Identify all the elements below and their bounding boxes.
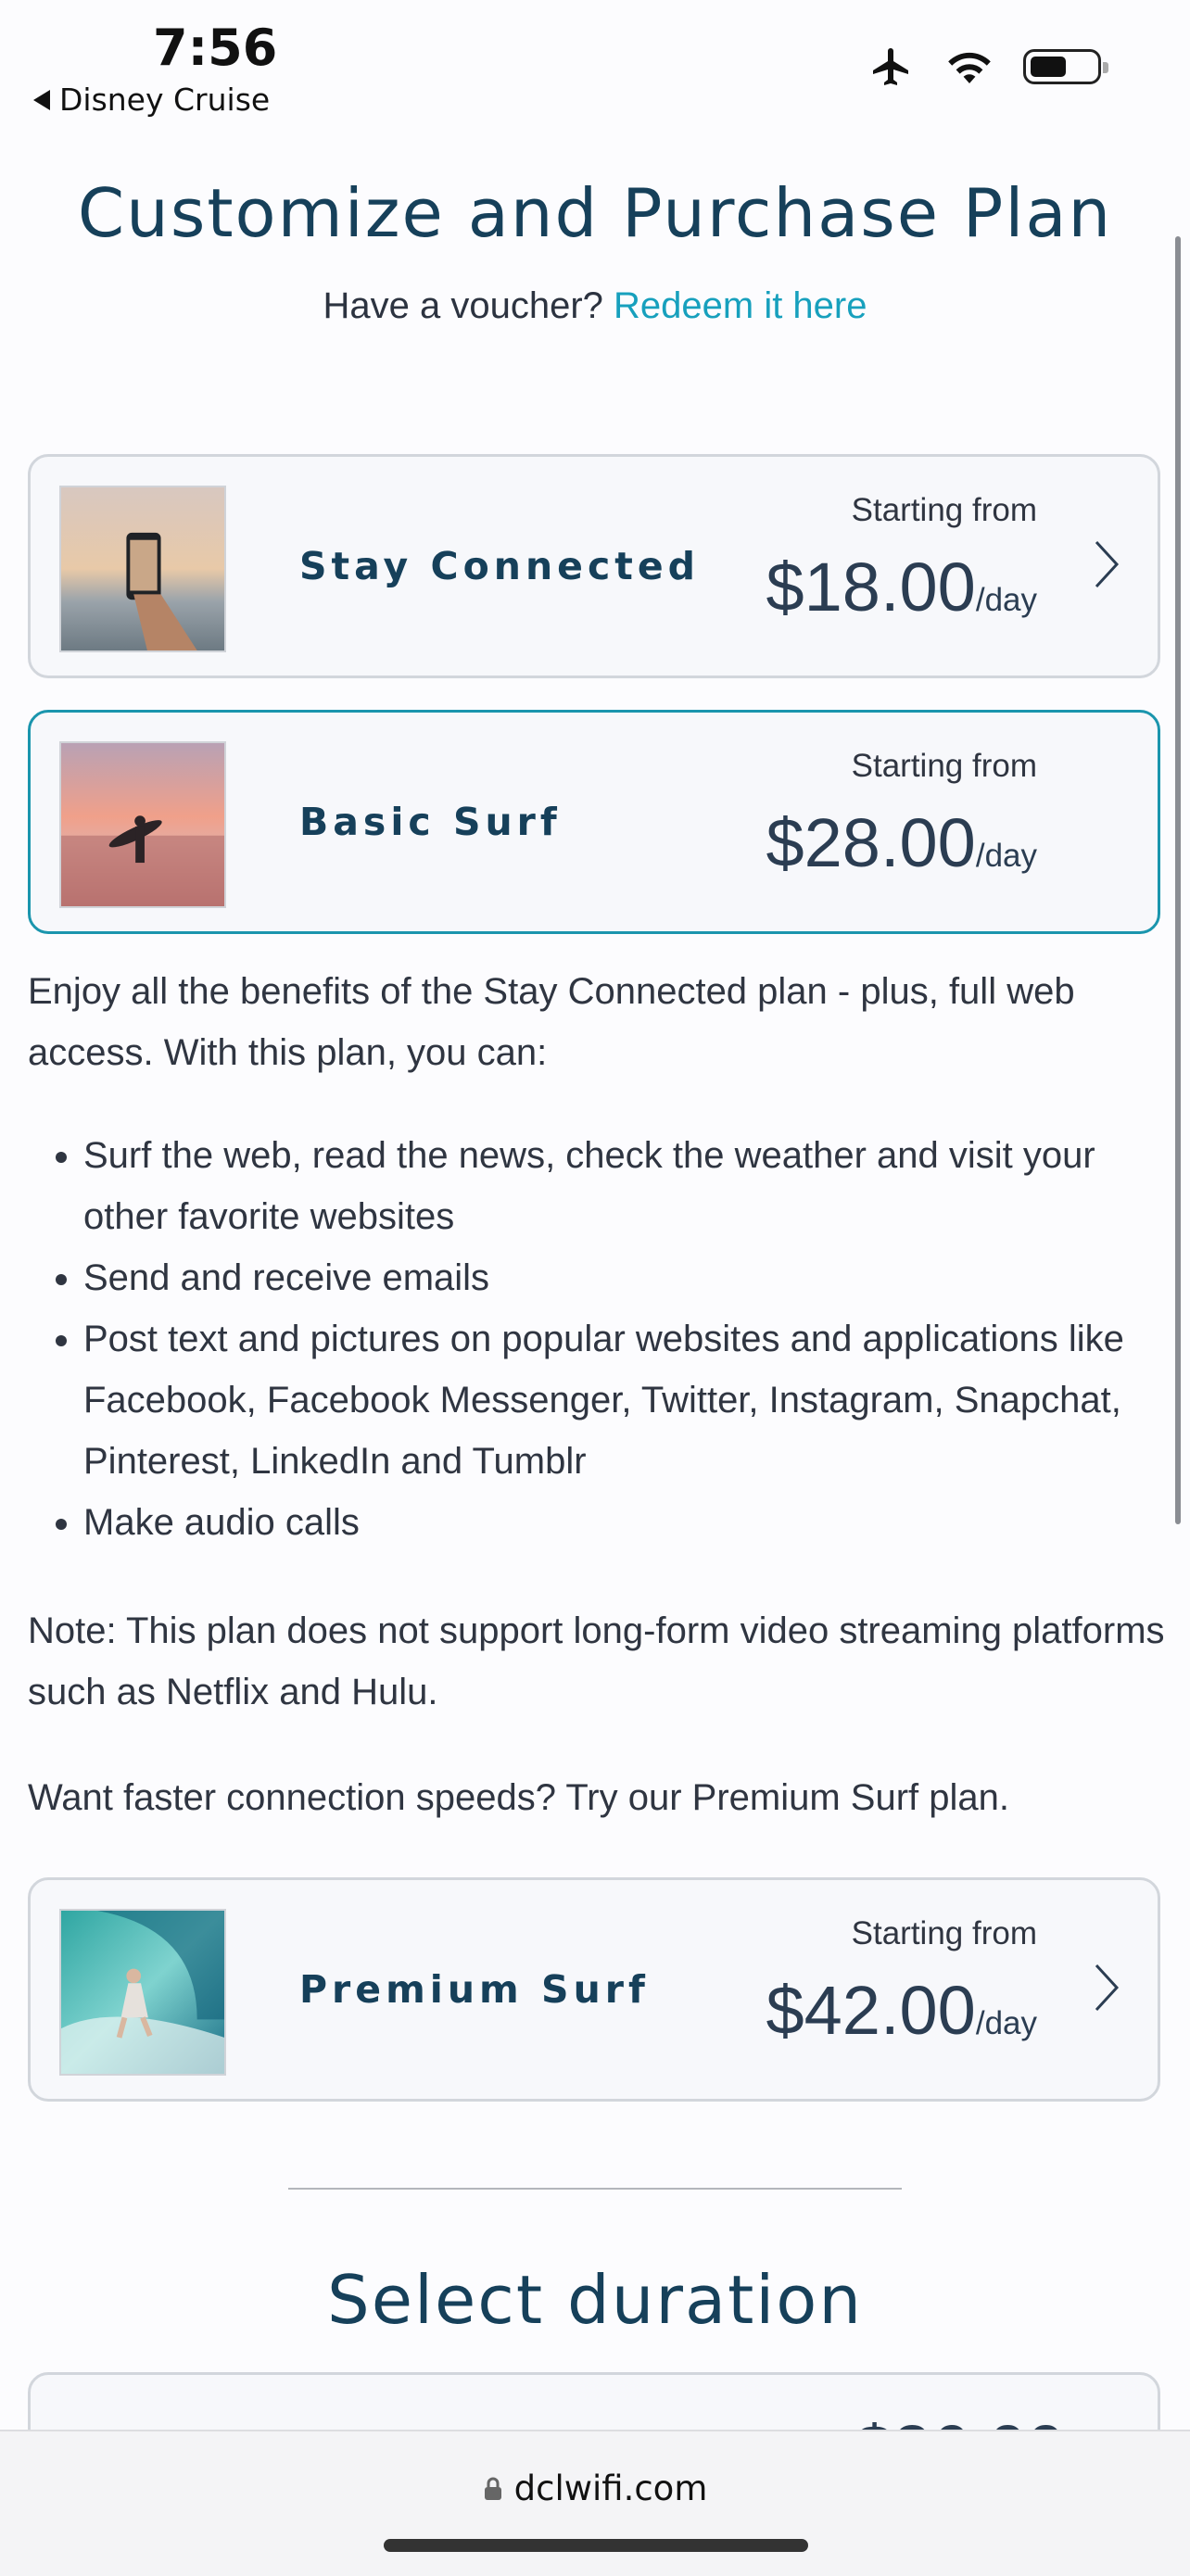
address-bar[interactable]: dclwifi.com <box>0 2469 1190 2508</box>
plan-price: $42.00/day <box>766 1971 1038 2050</box>
benefits-list: Surf the web, read the news, check the w… <box>28 1125 1168 1553</box>
price-unit: /day <box>975 2005 1037 2041</box>
page-title: Customize and Purchase Plan <box>77 174 1113 252</box>
plan-image-stay-connected <box>59 486 226 652</box>
plan-intro: Enjoy all the benefits of the Stay Conne… <box>28 971 1075 1073</box>
price-amount: $28.00 <box>766 804 976 881</box>
starting-label: Starting from <box>851 1915 1037 1951</box>
voucher-prompt-text: Have a voucher? <box>323 285 603 326</box>
upsell-text: Want faster connection speeds? Try our P… <box>28 1777 1010 1818</box>
wifi-icon <box>948 52 991 83</box>
plan-price: $18.00/day <box>766 548 1038 626</box>
plan-name: Premium Surf <box>299 1967 650 2012</box>
plan-name: Basic Surf <box>299 800 562 844</box>
battery-icon <box>1023 49 1108 84</box>
price-unit: /day <box>975 838 1037 874</box>
price-unit: /day <box>975 582 1037 618</box>
system-icons <box>867 44 1108 89</box>
plan-card-basic-surf[interactable]: Basic Surf Starting from $28.00/day <box>28 710 1160 934</box>
voucher-prompt: Have a voucher? Redeem it here <box>0 285 1190 327</box>
list-item: Post text and pictures on popular websit… <box>83 1308 1168 1492</box>
lock-icon <box>484 2477 501 2500</box>
plan-note: Note: This plan does not support long-fo… <box>28 1610 1165 1712</box>
plan-name: Stay Connected <box>299 544 701 588</box>
browser-bottom-bar: dclwifi.com <box>0 2430 1190 2576</box>
home-indicator[interactable] <box>384 2539 808 2552</box>
back-app-label: Disney Cruise <box>59 82 271 118</box>
chevron-right-icon <box>1095 540 1120 588</box>
scrollbar[interactable] <box>1175 236 1181 1524</box>
plan-image-basic-surf <box>59 741 226 908</box>
price-amount: $42.00 <box>766 1972 976 2049</box>
back-triangle-icon <box>33 89 50 110</box>
plan-card-premium-surf[interactable]: Premium Surf Starting from $42.00/day <box>28 1877 1160 2102</box>
status-bar: 7:56 Disney Cruise <box>0 0 1190 130</box>
price-amount: $18.00 <box>766 549 976 625</box>
chevron-right-icon <box>1095 1964 1120 2012</box>
plan-price: $28.00/day <box>766 803 1038 882</box>
clock: 7:56 <box>153 19 278 77</box>
list-item: Send and receive emails <box>83 1247 1168 1308</box>
back-to-app-button[interactable]: Disney Cruise <box>33 82 270 118</box>
section-divider <box>288 2188 902 2190</box>
starting-label: Starting from <box>851 748 1037 784</box>
list-item: Make audio calls <box>83 1492 1168 1553</box>
starting-label: Starting from <box>851 492 1037 528</box>
airplane-icon <box>873 48 908 85</box>
url-text: dclwifi.com <box>513 2469 708 2508</box>
duration-heading: Select duration <box>327 2261 863 2339</box>
plan-card-stay-connected[interactable]: Stay Connected Starting from $18.00/day <box>28 454 1160 678</box>
redeem-voucher-link[interactable]: Redeem it here <box>614 285 867 326</box>
list-item: Surf the web, read the news, check the w… <box>83 1125 1168 1247</box>
plan-image-premium-surf <box>59 1909 226 2076</box>
